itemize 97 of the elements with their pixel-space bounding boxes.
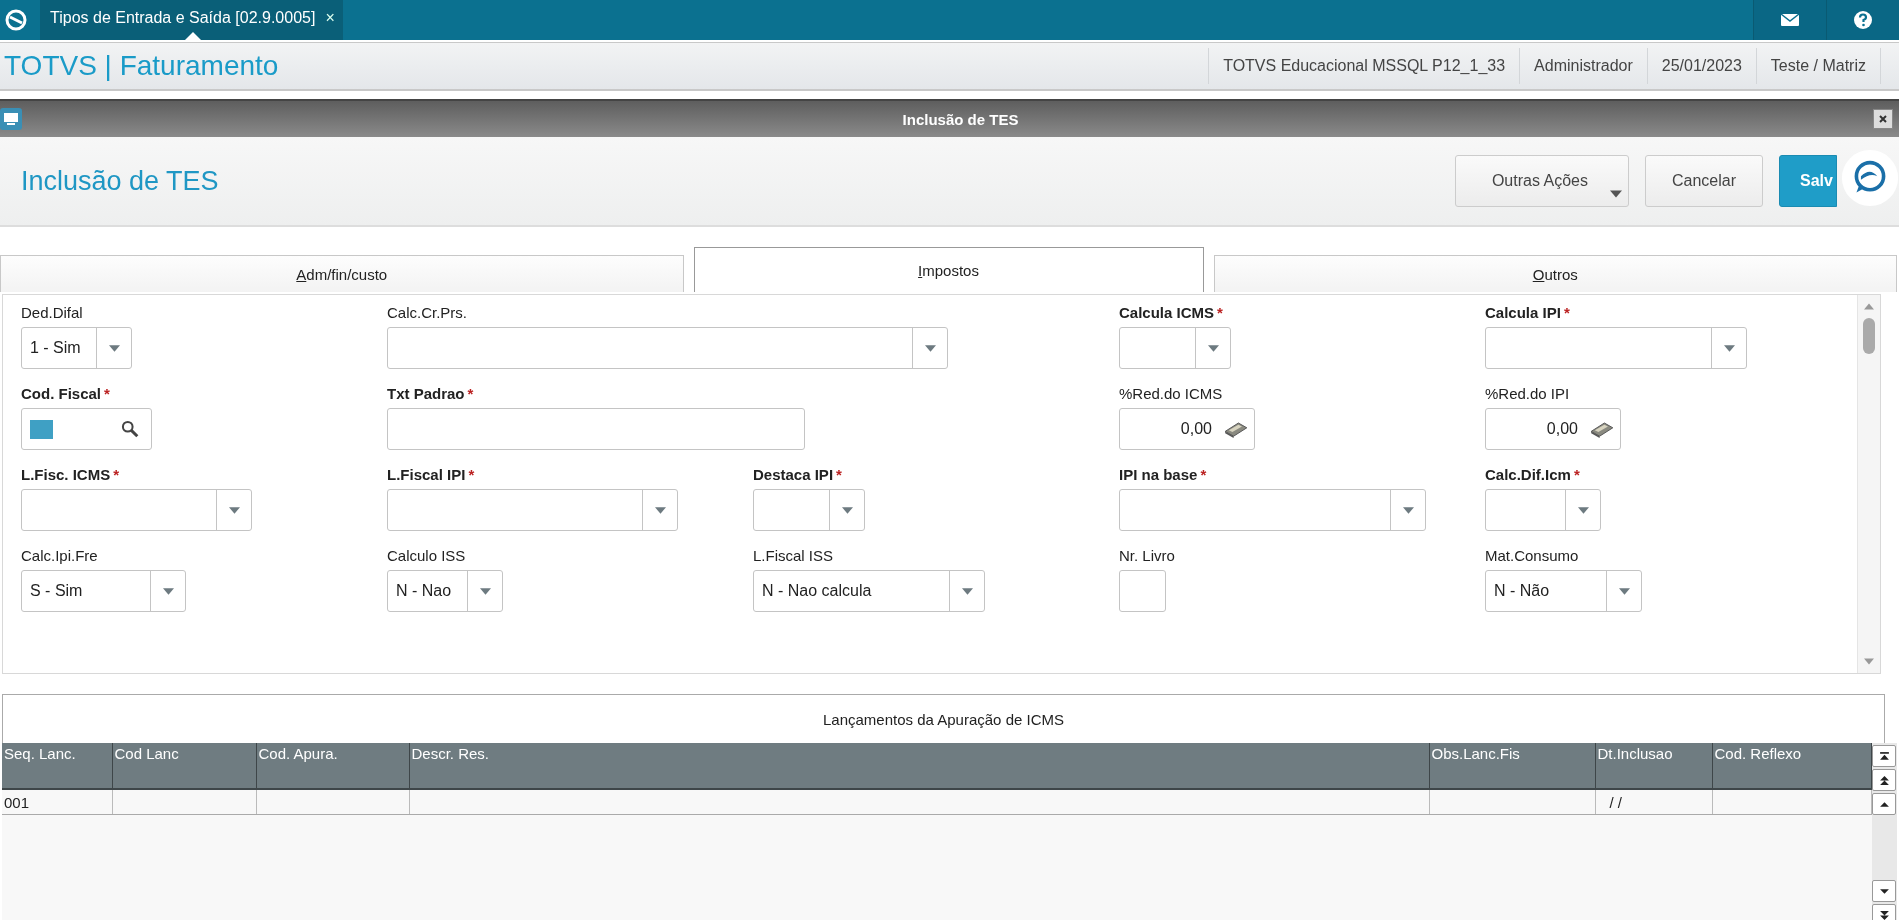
header-info: 25/01/2023 <box>1646 48 1756 84</box>
calculator-icon[interactable] <box>1590 419 1614 439</box>
dropdown-field[interactable] <box>1119 327 1231 369</box>
calculator-icon[interactable] <box>1224 419 1248 439</box>
header-info: Administrador <box>1519 48 1647 84</box>
field-label: Ded.Difal <box>21 305 83 321</box>
help-icon <box>1853 10 1873 30</box>
caret-icon <box>1618 587 1630 595</box>
column-header[interactable]: Cod. Reflexo <box>1712 743 1871 789</box>
column-header[interactable]: Cod. Apura. <box>256 743 409 789</box>
app-title: TOTVS | Faturamento <box>3 50 280 82</box>
number-field[interactable]: 0,00 <box>1485 408 1621 450</box>
dropdown-field[interactable] <box>1119 489 1426 531</box>
field-label: Calc.Dif.Icm * <box>1485 467 1580 483</box>
scroll-down-button[interactable] <box>1872 880 1897 902</box>
close-button[interactable] <box>1873 109 1893 129</box>
field-label: Destaca IPI * <box>753 467 842 483</box>
column-header[interactable]: Seq. Lanc. <box>2 743 112 789</box>
help-button[interactable] <box>1826 0 1899 40</box>
scroll-up-button[interactable] <box>1872 793 1897 815</box>
first-page-button[interactable] <box>1872 745 1897 767</box>
field-label: %Red.do IPI <box>1485 386 1570 402</box>
cancel-button[interactable]: Cancelar <box>1644 155 1763 207</box>
dropdown-field[interactable] <box>1485 489 1601 531</box>
header-info: TOTVS Educacional MSSQL P12_1_33 <box>1208 48 1520 84</box>
caret-icon <box>841 506 853 514</box>
monitor-icon <box>0 108 22 130</box>
module-tab[interactable]: Tipos de Entrada e Saída [02.9.0005] × <box>40 0 343 40</box>
dialog-title: Inclusão de TES <box>902 110 1019 128</box>
field-label: Cod. Fiscal * <box>21 386 110 402</box>
table-cell: / / <box>1595 789 1712 815</box>
column-header[interactable]: Obs.Lanc.Fis <box>1429 743 1595 789</box>
field-label: L.Fiscal ISS <box>753 548 834 564</box>
tab[interactable]: Outros <box>1213 255 1897 292</box>
down-arrow-icon[interactable] <box>1864 658 1874 665</box>
field-label: %Red.do ICMS <box>1119 386 1223 402</box>
tab[interactable]: Adm/fin/custo <box>0 255 684 292</box>
header-info: Teste / Matriz <box>1755 48 1881 84</box>
dropdown-field[interactable]: N - Não <box>1485 570 1642 612</box>
caret-icon <box>654 506 666 514</box>
caret-icon <box>961 587 973 595</box>
field-label: Calculo ISS <box>387 548 466 564</box>
up-arrow-icon[interactable] <box>1864 303 1874 310</box>
caret-icon <box>162 587 174 595</box>
actions-menu-button[interactable]: Outras Ações <box>1454 155 1629 207</box>
field-label: Calc.Ipi.Fre <box>21 548 98 564</box>
field-label: IPI na base * <box>1119 467 1207 483</box>
field-label: Txt Padrao * <box>387 386 474 402</box>
double-triangle-down-icon <box>1878 909 1890 920</box>
search-icon[interactable] <box>121 420 139 438</box>
column-header[interactable]: Descr. Res. <box>409 743 1429 789</box>
dropdown-field[interactable]: S - Sim <box>21 570 186 612</box>
number-field[interactable]: 0,00 <box>1119 408 1255 450</box>
double-triangle-up-icon <box>1878 774 1890 786</box>
field-label: Nr. Livro <box>1119 548 1175 564</box>
field-label: L.Fiscal IPI * <box>387 467 475 483</box>
field-label: Mat.Consumo <box>1485 548 1579 564</box>
dropdown-field[interactable] <box>1485 327 1747 369</box>
field-label: Calcula IPI * <box>1485 305 1570 321</box>
close-tab-button[interactable]: × <box>325 9 335 27</box>
column-header[interactable]: Dt.Inclusao <box>1595 743 1712 789</box>
caret-icon <box>1609 190 1622 198</box>
page-down-button[interactable] <box>1872 904 1897 920</box>
column-header[interactable]: Cod Lanc <box>112 743 256 789</box>
caret-icon <box>1577 506 1589 514</box>
color-swatch <box>30 419 53 439</box>
bar-triangle-up-icon <box>1878 750 1890 762</box>
text-field[interactable] <box>1119 570 1166 612</box>
dropdown-field[interactable]: N - Nao <box>387 570 503 612</box>
caret-icon <box>228 506 240 514</box>
field-label: Calcula ICMS * <box>1119 305 1223 321</box>
dropdown-field[interactable]: N - Nao calcula <box>753 570 985 612</box>
mail-button[interactable] <box>1753 0 1826 40</box>
dropdown-field[interactable] <box>387 327 948 369</box>
tab[interactable]: Impostos <box>693 247 1204 292</box>
dropdown-field[interactable]: 1 - Sim <box>21 327 132 369</box>
lookup-field[interactable] <box>21 408 152 450</box>
chat-bubble-icon[interactable] <box>1841 149 1899 207</box>
dropdown-field[interactable] <box>387 489 678 531</box>
field-label: Calc.Cr.Prs. <box>387 305 467 321</box>
close-icon <box>1878 114 1888 124</box>
caret-icon <box>1723 344 1735 352</box>
page-heading: Inclusão de TES <box>20 165 220 197</box>
dropdown-field[interactable] <box>21 489 252 531</box>
logo-icon[interactable] <box>4 8 28 32</box>
field-label: L.Fisc. ICMS * <box>21 467 120 483</box>
caret-icon <box>1207 344 1219 352</box>
scrollbar-thumb[interactable] <box>1863 318 1875 354</box>
scrollbar[interactable] <box>1857 295 1880 673</box>
caret-icon <box>1402 506 1414 514</box>
dropdown-field[interactable] <box>753 489 865 531</box>
page-up-button[interactable] <box>1872 769 1897 791</box>
caret-icon <box>479 587 491 595</box>
table-cell: 001 <box>2 789 112 815</box>
caret-icon <box>924 344 936 352</box>
text-field[interactable] <box>387 408 805 450</box>
caret-icon <box>108 344 120 352</box>
